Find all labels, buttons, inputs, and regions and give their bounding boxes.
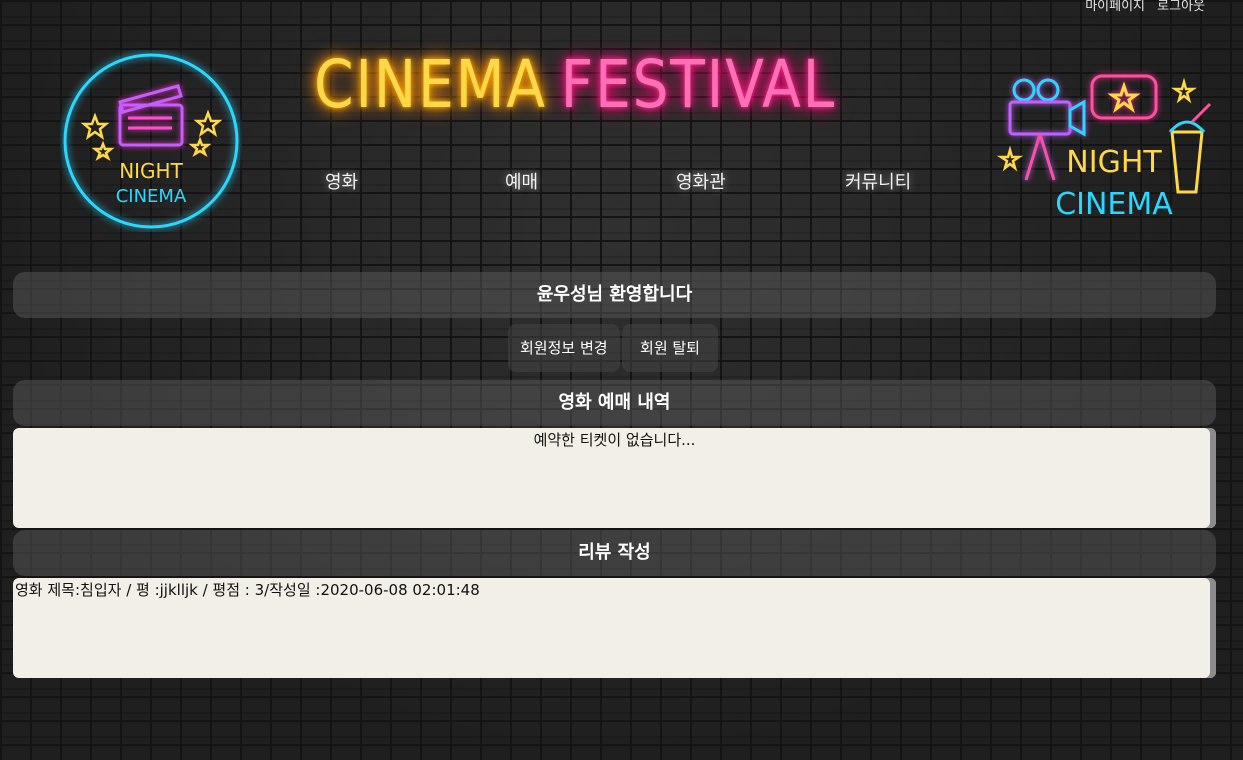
review-title: 리뷰 작성 — [13, 530, 1216, 576]
main-menu: 영화 예매 영화관 커뮤니티 — [0, 168, 1243, 198]
night-cinema-logo-left[interactable]: NIGHT CINEMA — [60, 50, 242, 232]
edit-profile-button[interactable]: 회원정보 변경 — [508, 324, 620, 372]
menu-theater[interactable]: 영화관 — [676, 168, 726, 194]
clapperboard-icon — [118, 84, 184, 147]
logout-link[interactable]: 로그아웃 — [1157, 0, 1205, 14]
ticket-icon — [1090, 74, 1158, 120]
welcome-banner: 윤우성님 환영합니다 — [13, 272, 1216, 318]
reservation-panel: 예약한 티켓이 없습니다... — [13, 428, 1216, 528]
site-title: CINEMA FESTIVAL — [314, 46, 836, 123]
menu-movies[interactable]: 영화 — [325, 168, 358, 194]
night-cinema-logo-right: NIGHT CINEMA — [996, 74, 1212, 222]
mypage-link[interactable]: 마이페이지 — [1085, 0, 1145, 14]
review-panel: 영화 제목:침입자 / 평 :jjklljk / 평점 : 3/작성일 :202… — [13, 578, 1216, 678]
menu-booking[interactable]: 예매 — [505, 168, 538, 194]
reservation-title: 영화 예매 내역 — [13, 380, 1216, 426]
title-cinema: CINEMA — [314, 46, 547, 123]
review-entry[interactable]: 영화 제목:침입자 / 평 :jjklljk / 평점 : 3/작성일 :202… — [13, 578, 1216, 600]
top-nav: 마이페이지 로그아웃 — [1077, 0, 1205, 14]
reservation-empty-text: 예약한 티켓이 없습니다... — [533, 431, 696, 449]
star-icons — [80, 109, 223, 161]
withdraw-button[interactable]: 회원 탈퇴 — [622, 324, 718, 372]
menu-community[interactable]: 커뮤니티 — [845, 168, 911, 194]
title-festival: FESTIVAL — [560, 46, 836, 123]
